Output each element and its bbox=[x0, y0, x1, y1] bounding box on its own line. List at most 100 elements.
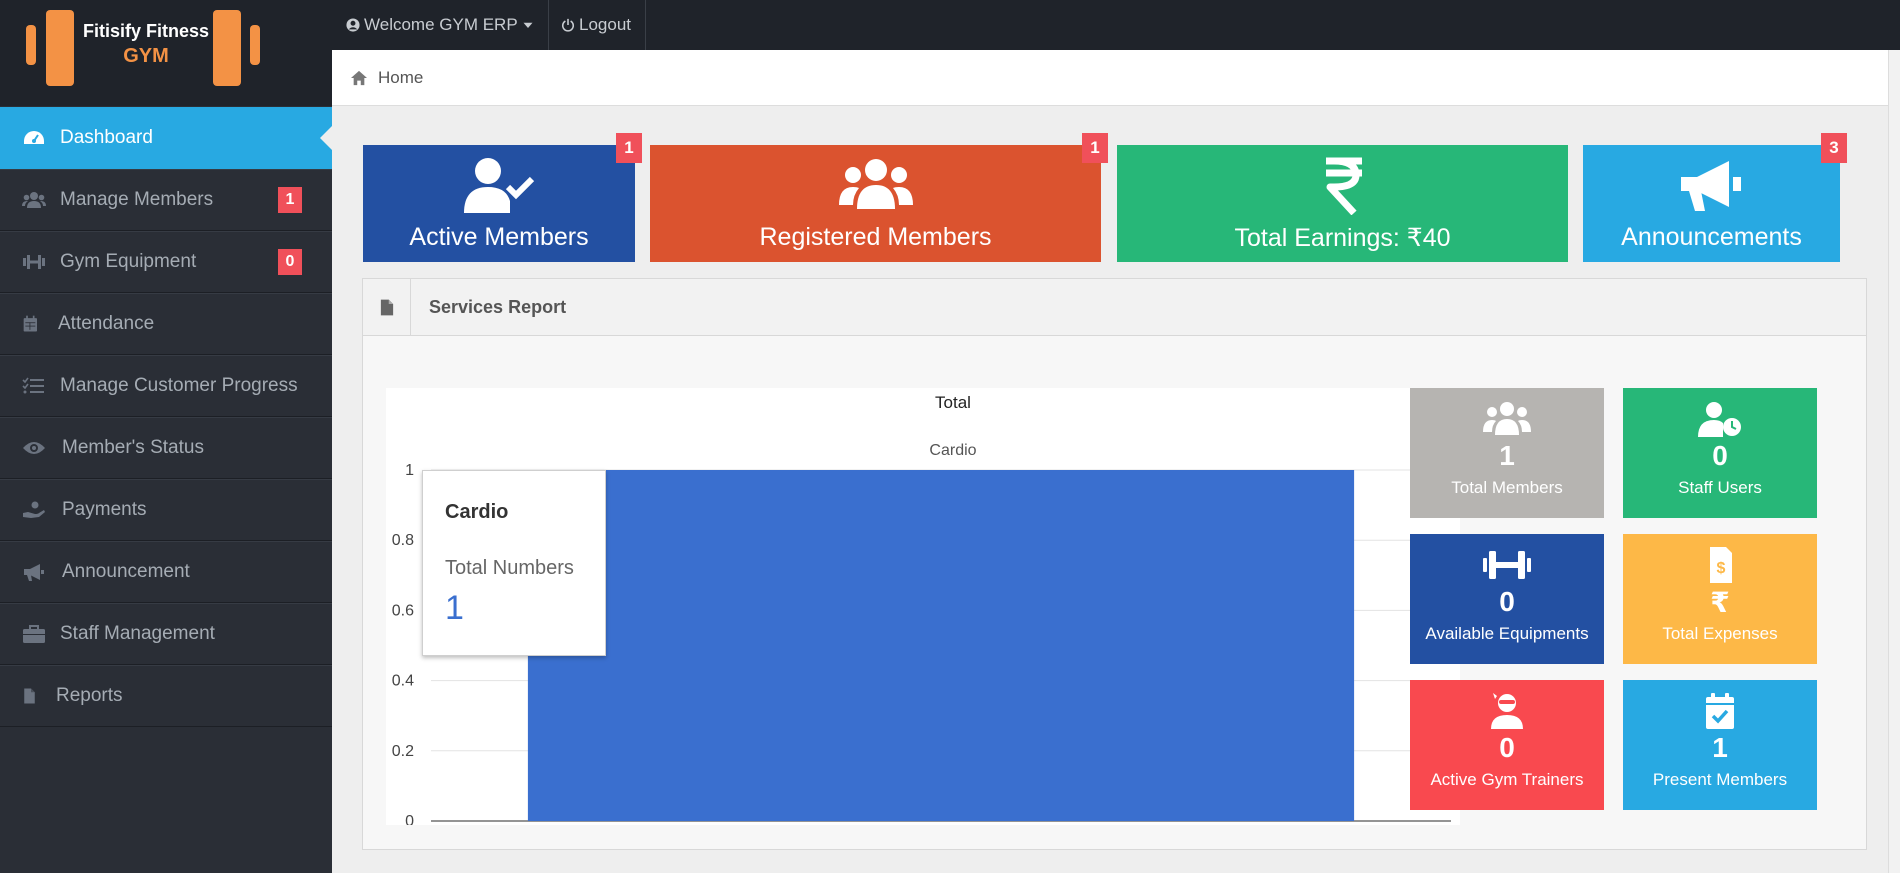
sidebar-item-member-status[interactable]: Member's Status bbox=[0, 417, 332, 479]
sidebar-item-label: Staff Management bbox=[60, 623, 215, 644]
megaphone-icon bbox=[24, 564, 44, 581]
chart-tooltip: Cardio Total Numbers 1 bbox=[422, 470, 606, 656]
logo-dumbbell-left-plate bbox=[46, 10, 74, 86]
sidebar-item-payments[interactable]: Payments bbox=[0, 479, 332, 541]
tile-label: Announcements bbox=[1621, 223, 1802, 251]
sidebar-item-label: Payments bbox=[62, 499, 147, 520]
dumbbell-icon bbox=[23, 255, 45, 269]
panel-header: Services Report bbox=[363, 279, 1866, 336]
dashboard-icon bbox=[24, 131, 44, 144]
total-expenses-stat[interactable]: $ ₹ Total Expenses bbox=[1623, 534, 1817, 664]
y-tick-label: 0.6 bbox=[392, 602, 414, 619]
sidebar-item-label: Dashboard bbox=[60, 127, 153, 148]
tooltip-label: Total Numbers bbox=[445, 557, 574, 579]
y-tick-label: 0.2 bbox=[392, 743, 414, 760]
sidebar-item-label: Announcement bbox=[62, 561, 190, 582]
active-gym-trainers-stat[interactable]: 0 Active Gym Trainers bbox=[1410, 680, 1604, 810]
calendar-icon bbox=[23, 315, 37, 332]
home-icon bbox=[351, 70, 367, 86]
registered-members-tile[interactable]: Registered Members 1 bbox=[650, 133, 1108, 262]
brand-logo[interactable]: Fitisify Fitness GYM bbox=[0, 0, 332, 106]
tile-badge: 1 bbox=[1082, 133, 1108, 163]
rupee-icon bbox=[1325, 157, 1362, 215]
svg-text:$: $ bbox=[1717, 560, 1726, 577]
tasks-icon bbox=[22, 377, 44, 394]
sidebar-nav: Dashboard Manage Members 1 Gym Equipment… bbox=[0, 107, 332, 727]
user-clock-icon bbox=[1698, 402, 1741, 437]
bar-cardio bbox=[527, 470, 1355, 821]
sidebar-item-attendance[interactable]: Attendance bbox=[0, 293, 332, 355]
y-tick-label: 1 bbox=[405, 462, 414, 479]
dumbbell-icon bbox=[1483, 551, 1531, 579]
sidebar-item-announcement[interactable]: Announcement bbox=[0, 541, 332, 603]
logo-dumbbell-right bbox=[250, 25, 260, 65]
present-members-stat[interactable]: 1 Present Members bbox=[1623, 680, 1817, 810]
members-count-badge: 1 bbox=[278, 187, 302, 213]
sidebar-item-manage-members[interactable]: Manage Members 1 bbox=[0, 169, 332, 231]
users-icon bbox=[1483, 402, 1531, 435]
welcome-dropdown[interactable]: Welcome GYM ERP bbox=[332, 0, 549, 50]
y-tick-label: 0.8 bbox=[392, 532, 414, 549]
tile-badge: 3 bbox=[1821, 133, 1847, 163]
stat-label: Available Equipments bbox=[1425, 624, 1589, 643]
users-icon bbox=[838, 159, 913, 209]
briefcase-icon bbox=[23, 625, 45, 643]
y-tick-label: 0.4 bbox=[392, 673, 414, 690]
breadcrumb-home: Home bbox=[378, 68, 424, 87]
invoice-dollar-icon: $ bbox=[1710, 547, 1732, 583]
users-icon bbox=[22, 192, 46, 208]
tile-label: Registered Members bbox=[759, 223, 992, 251]
logout-link[interactable]: Logout bbox=[547, 0, 646, 50]
sidebar-item-label: Member's Status bbox=[62, 437, 204, 458]
tile-label: Active Members bbox=[409, 223, 589, 251]
sidebar-item-label: Manage Customer Progress bbox=[60, 375, 298, 396]
logo-dumbbell-left bbox=[26, 25, 36, 65]
hand-coin-icon bbox=[23, 501, 45, 518]
caret-down-icon bbox=[523, 22, 533, 28]
stat-value: 1 bbox=[1499, 440, 1515, 471]
user-check-icon bbox=[464, 158, 535, 213]
sidebar-item-label: Attendance bbox=[58, 313, 155, 334]
tooltip-value: 1 bbox=[445, 589, 464, 627]
stat-label: Staff Users bbox=[1678, 478, 1762, 497]
file-icon bbox=[24, 688, 35, 704]
sidebar-item-label: Manage Members bbox=[60, 189, 214, 210]
calendar-check-icon bbox=[1706, 693, 1734, 729]
brand-line2: GYM bbox=[123, 45, 169, 67]
power-icon bbox=[561, 18, 575, 32]
y-tick-label: 0 bbox=[405, 813, 414, 825]
logout-label: Logout bbox=[579, 15, 631, 34]
stat-value: 1 bbox=[1712, 732, 1728, 763]
stat-label: Active Gym Trainers bbox=[1430, 770, 1584, 789]
announcements-tile[interactable]: Announcements 3 bbox=[1583, 133, 1847, 262]
stat-label: Present Members bbox=[1652, 770, 1788, 789]
total-members-stat[interactable]: 1 Total Members bbox=[1410, 388, 1604, 518]
chart-title: Total bbox=[935, 393, 971, 412]
stat-label: Total Members bbox=[1451, 478, 1563, 497]
panel-title: Services Report bbox=[429, 297, 567, 317]
sidebar-item-gym-equipment[interactable]: Gym Equipment 0 bbox=[0, 231, 332, 293]
stat-value: ₹ bbox=[1710, 587, 1730, 618]
total-earnings-tile[interactable]: Total Earnings: ₹40 bbox=[1117, 145, 1568, 262]
sidebar-item-label: Gym Equipment bbox=[60, 251, 197, 272]
page-scrollbar[interactable] bbox=[1888, 50, 1900, 873]
sidebar-item-label: Reports bbox=[56, 685, 123, 706]
top-navbar: Welcome GYM ERP Logout bbox=[332, 0, 1900, 50]
tooltip-title: Cardio bbox=[445, 501, 509, 523]
sidebar-item-dashboard[interactable]: Dashboard bbox=[0, 107, 332, 169]
staff-users-stat[interactable]: 0 Staff Users bbox=[1623, 388, 1817, 518]
brand-name: Fitisify Fitness GYM bbox=[78, 19, 214, 69]
active-members-tile[interactable]: Active Members 1 bbox=[363, 133, 642, 262]
stat-value: 0 bbox=[1499, 586, 1515, 617]
sidebar-item-staff-management[interactable]: Staff Management bbox=[0, 603, 332, 665]
eye-icon bbox=[23, 442, 45, 454]
sidebar-item-reports[interactable]: Reports bbox=[0, 665, 332, 727]
stat-value: 0 bbox=[1499, 732, 1515, 763]
sidebar-item-customer-progress[interactable]: Manage Customer Progress bbox=[0, 355, 332, 417]
megaphone-icon bbox=[1680, 161, 1741, 211]
available-equipments-stat[interactable]: 0 Available Equipments bbox=[1410, 534, 1604, 664]
stat-value: 0 bbox=[1712, 440, 1728, 471]
equipment-count-badge: 0 bbox=[278, 249, 302, 275]
breadcrumb-bar: Home bbox=[332, 50, 1900, 106]
breadcrumb[interactable]: Home bbox=[350, 68, 423, 88]
